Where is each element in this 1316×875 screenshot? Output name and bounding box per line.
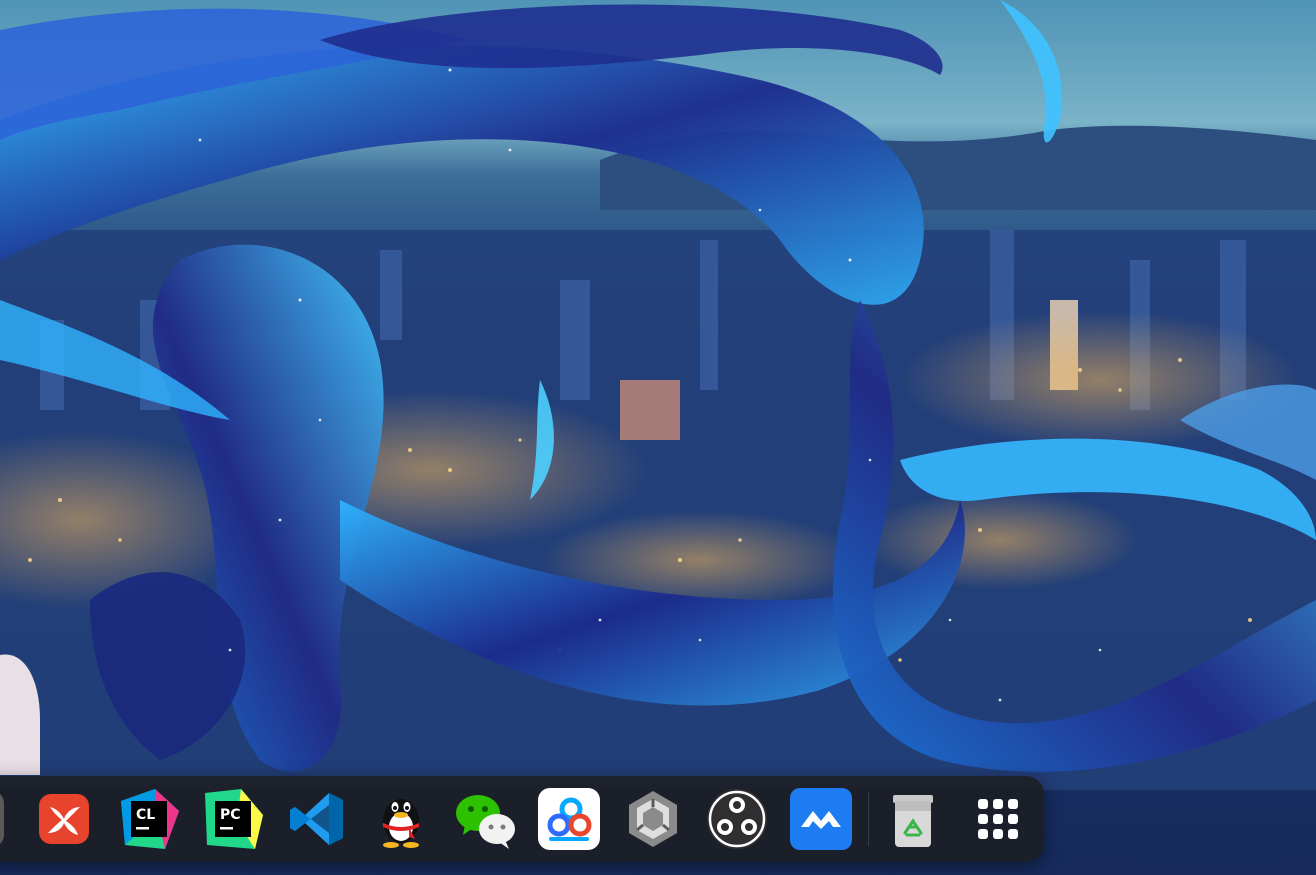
dock-item-baidu-netdisk[interactable] bbox=[537, 787, 601, 851]
app-grid-icon bbox=[978, 799, 1018, 839]
qq-penguin-icon bbox=[383, 799, 419, 848]
tencent-meeting-icon bbox=[790, 788, 852, 850]
partial-app-icon bbox=[0, 794, 4, 844]
pycharm-icon: PC bbox=[205, 789, 263, 849]
clion-badge-text: CL bbox=[136, 807, 155, 823]
wallpaper-image bbox=[0, 0, 1316, 875]
dock-item-wechat[interactable] bbox=[453, 787, 517, 851]
dock-separator bbox=[868, 792, 869, 846]
xmind-icon bbox=[39, 794, 89, 844]
wechat-icon bbox=[456, 795, 515, 849]
dock-item-launcher[interactable] bbox=[966, 787, 1030, 851]
dock-item-unity[interactable] bbox=[621, 787, 685, 851]
dock-item-pycharm[interactable]: PC bbox=[201, 787, 265, 851]
dock-item-tencent-meeting[interactable] bbox=[789, 787, 853, 851]
obs-icon bbox=[707, 789, 767, 849]
dock-item-xmind[interactable] bbox=[32, 787, 96, 851]
desktop[interactable]: CL PC bbox=[0, 0, 1316, 875]
dock-item-vscode[interactable] bbox=[285, 787, 349, 851]
recycle-bin-icon bbox=[893, 795, 933, 847]
dock-item-qq[interactable] bbox=[369, 787, 433, 851]
dock-item-obs[interactable] bbox=[705, 787, 769, 851]
baidu-netdisk-icon bbox=[538, 788, 600, 850]
dock-item-trash[interactable] bbox=[881, 787, 945, 851]
pycharm-badge-text: PC bbox=[220, 807, 241, 823]
clion-icon: CL bbox=[121, 789, 179, 849]
dock-item-clion[interactable]: CL bbox=[117, 787, 181, 851]
vscode-icon bbox=[290, 793, 343, 845]
unity-icon bbox=[629, 791, 677, 847]
dock-item-partial-app[interactable] bbox=[0, 787, 8, 851]
